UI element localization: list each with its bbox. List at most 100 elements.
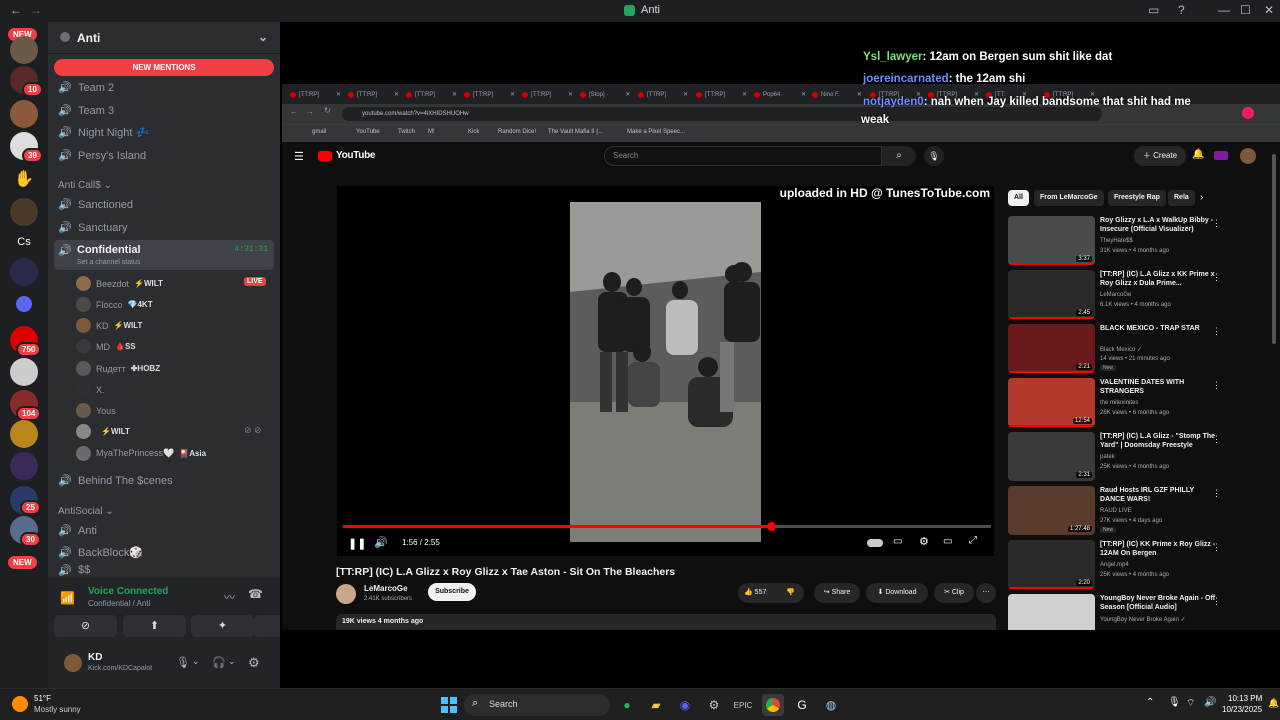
- share-button[interactable]: ↪ Share: [814, 583, 860, 603]
- bookmark-item[interactable]: Make a Pixel Speec...: [627, 129, 685, 135]
- voice-user[interactable]: Yous: [76, 401, 121, 420]
- chevron-down-icon[interactable]: ⌄: [228, 656, 236, 667]
- maximize-button[interactable]: ☐: [1240, 3, 1251, 17]
- category-antisocial[interactable]: AntiSocial ⌄: [58, 506, 114, 517]
- back-arrow-icon[interactable]: ←: [10, 3, 22, 17]
- close-tab-icon[interactable]: ✕: [801, 91, 806, 98]
- channel-status-hint[interactable]: Set a channel status: [77, 259, 140, 266]
- channel-avatar[interactable]: [336, 584, 356, 604]
- chrome-icon[interactable]: [762, 694, 784, 716]
- activities-button[interactable]: ✦: [191, 615, 254, 637]
- steam-icon[interactable]: ◍: [820, 694, 842, 716]
- profile-avatar[interactable]: [1242, 107, 1254, 119]
- close-button[interactable]: ✕: [1264, 3, 1274, 17]
- recommended-video[interactable]: 12:54 VALENTINE DATES WITH STRANGERS the m…: [1008, 378, 1268, 428]
- recommended-video[interactable]: 2:31 [TT:RP] (IC) L.A Glizz - "Stomp The …: [1008, 432, 1268, 482]
- server-icon[interactable]: [10, 100, 38, 128]
- download-button[interactable]: ⬇ Download: [866, 583, 928, 603]
- close-tab-icon[interactable]: ✕: [510, 91, 515, 98]
- server-icon[interactable]: [10, 36, 38, 64]
- video-title[interactable]: [TT:RP] (IC) L.A Glizz x KK Prime x Roy …: [1100, 270, 1216, 288]
- channel-anti[interactable]: 🔊 Anti: [54, 520, 274, 541]
- disconnect-icon[interactable]: ☎: [248, 587, 263, 601]
- new-unread-pill[interactable]: NEW: [8, 556, 37, 569]
- video-title[interactable]: [TT:RP] (IC) KK Prime x Roy Glizz - 12AM…: [1100, 540, 1216, 558]
- voice-user[interactable]: MyaThePrincess🤍 🎴Asia: [76, 444, 206, 463]
- app-icon[interactable]: [1214, 151, 1228, 160]
- more-options-icon[interactable]: ⋮: [1212, 434, 1221, 445]
- chevron-up-icon[interactable]: ⌃: [1146, 697, 1154, 708]
- video-thumbnail[interactable]: 12:54: [1008, 378, 1095, 427]
- video-title[interactable]: Roy Glizzy x L.A x WalkUp Bibby - Insecu…: [1100, 216, 1216, 234]
- settings-gear-icon[interactable]: ⚙: [248, 655, 260, 671]
- channel-name[interactable]: TheyHate$$: [1100, 238, 1216, 244]
- video-thumbnail[interactable]: 2:45: [1008, 270, 1095, 319]
- close-tab-icon[interactable]: ✕: [336, 91, 341, 98]
- microphone-icon[interactable]: 🎙: [176, 656, 190, 669]
- minimize-button[interactable]: —: [1218, 3, 1230, 17]
- wifi-icon[interactable]: ⌔: [1186, 697, 1195, 710]
- channel-name[interactable]: patek: [1100, 454, 1216, 460]
- clock-time[interactable]: 10:13 PM: [1228, 694, 1262, 703]
- discord-icon[interactable]: ◉: [674, 694, 696, 716]
- folder-icon[interactable]: [16, 296, 32, 312]
- microphone-icon[interactable]: 🎙: [1168, 697, 1181, 708]
- bookmark-item[interactable]: Kick: [468, 129, 479, 135]
- new-mentions-button[interactable]: NEW MENTIONS: [54, 59, 274, 76]
- browser-tab[interactable]: Nino F. ✕: [812, 87, 862, 102]
- fullscreen-icon[interactable]: ⤢: [969, 535, 977, 546]
- more-actions-button[interactable]: ⋯: [976, 583, 996, 603]
- voice-user[interactable]: Beezdot ⚡WILT: [76, 274, 163, 293]
- bookmark-item[interactable]: The Vault Mafia II (...: [548, 129, 603, 135]
- pause-icon[interactable]: ❚❚: [348, 537, 366, 550]
- voice-user[interactable]: Flocco 💎4KT: [76, 295, 153, 314]
- avatar[interactable]: [64, 654, 82, 672]
- recommended-video[interactable]: 2:20 [TT:RP] (IC) KK Prime x Roy Glizz - …: [1008, 540, 1268, 590]
- spotify-icon[interactable]: ●: [616, 694, 638, 716]
- epic-games-icon[interactable]: EPIC: [732, 694, 754, 716]
- close-tab-icon[interactable]: ✕: [452, 91, 457, 98]
- file-explorer-icon[interactable]: ▰: [645, 694, 667, 716]
- channel-name[interactable]: RAUD LIVE: [1100, 508, 1216, 514]
- bookmark-item[interactable]: YouTube: [356, 129, 380, 135]
- filter-chip[interactable]: Freestyle Rap: [1108, 190, 1166, 206]
- forward-arrow-icon[interactable]: →: [30, 3, 42, 17]
- bookmark-item[interactable]: M!: [428, 129, 435, 135]
- back-arrow-icon[interactable]: ←: [290, 107, 298, 116]
- video-player[interactable]: uploaded in HD @ TunesToTube.com ❚❚ 🔊 1:…: [337, 186, 994, 556]
- channel-name[interactable]: YoungBoy Never Broke Again ✓: [1100, 616, 1216, 623]
- voice-user[interactable]: X.: [76, 380, 110, 399]
- notifications-bell-icon[interactable]: 🔔: [1268, 698, 1279, 709]
- camera-off-button[interactable]: ⊘: [54, 615, 117, 637]
- create-button[interactable]: ＋ Create: [1134, 146, 1186, 166]
- recommended-video[interactable]: YoungBoy Never Broke Again - Off Season …: [1008, 594, 1268, 630]
- channel-sanctuary[interactable]: 🔊 Sanctuary: [54, 217, 274, 238]
- address-bar[interactable]: youtube.com/watch?v=4lXHIDSHUOHw: [342, 107, 1102, 121]
- browser-tab[interactable]: [TT:RP] ✕: [290, 87, 341, 102]
- weather-temp[interactable]: 51°F: [34, 694, 51, 703]
- weather-desc[interactable]: Mostly sunny: [34, 705, 81, 714]
- voice-location[interactable]: Confidential / Anti: [88, 599, 150, 608]
- more-options-icon[interactable]: ⋮: [1212, 488, 1221, 499]
- server-icon[interactable]: [10, 358, 38, 386]
- captions-icon[interactable]: ▭: [893, 536, 902, 547]
- chevron-right-icon[interactable]: ›: [1200, 192, 1203, 203]
- bookmark-item[interactable]: Random Dice!: [498, 129, 536, 135]
- avatar[interactable]: [1240, 148, 1256, 164]
- channel-name[interactable]: LeMarcoGe: [364, 584, 408, 593]
- close-tab-icon[interactable]: ✕: [568, 91, 573, 98]
- subscribe-button[interactable]: Subscribe: [428, 583, 476, 601]
- channel-behind-the-scenes[interactable]: 🔊 Behind The $cenes: [54, 470, 274, 491]
- video-thumbnail[interactable]: 1:27:48: [1008, 486, 1095, 535]
- video-title[interactable]: VALENTINE DATES WITH STRANGERS: [1100, 378, 1216, 396]
- channel-night-night[interactable]: 🔊 Night Night 💤: [54, 122, 274, 143]
- browser-tab[interactable]: [TT:RP] ✕: [696, 87, 747, 102]
- video-thumbnail[interactable]: [1008, 594, 1095, 630]
- autoplay-toggle[interactable]: [867, 539, 883, 547]
- video-title[interactable]: [TT:RP] (IC) L.A Glizz - "Stomp The Yard…: [1100, 432, 1216, 450]
- guild-header[interactable]: Anti ⌄: [48, 22, 280, 54]
- voice-user[interactable]: Ruдетт ✤HOBZ: [76, 359, 160, 378]
- bookmark-item[interactable]: gmail: [312, 129, 326, 135]
- scrollbar[interactable]: [1272, 154, 1276, 344]
- recommended-video[interactable]: 3:37 Roy Glizzy x L.A x WalkUp Bibby - In…: [1008, 216, 1268, 266]
